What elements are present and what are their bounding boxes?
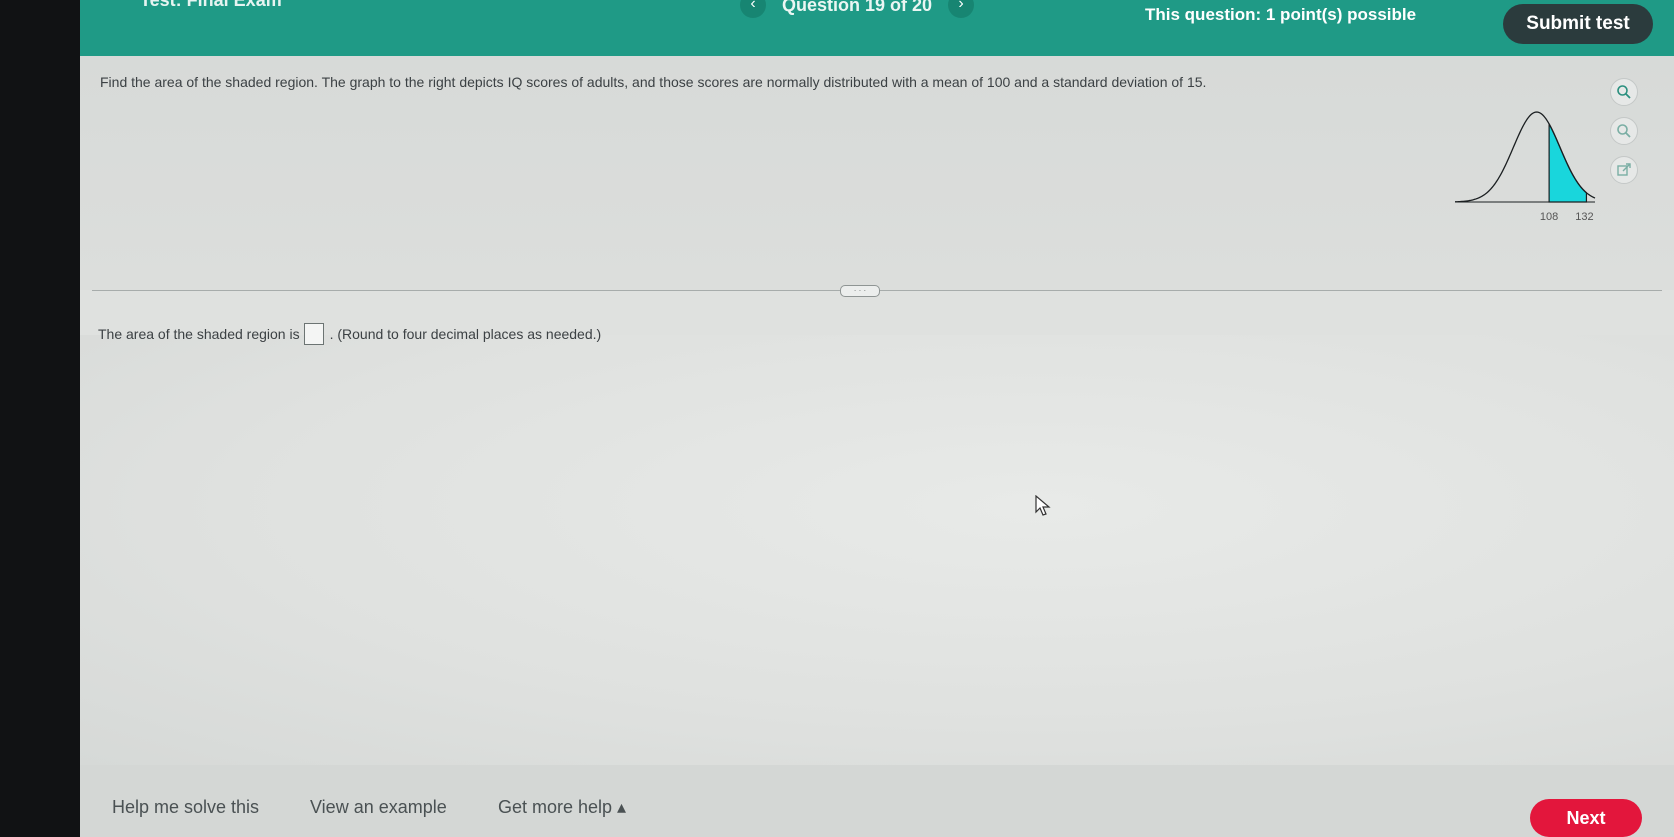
- answer-suffix-text: . (Round to four decimal places as neede…: [329, 326, 602, 342]
- points-possible-text: This question: 1 point(s) possible: [1145, 5, 1417, 24]
- divider-resize-handle[interactable]: · · ·: [840, 285, 880, 297]
- top-bar: Test: Final Exam ‹ Question 19 of 20 › T…: [80, 0, 1674, 56]
- next-question-arrow-button[interactable]: ›: [948, 0, 975, 18]
- test-window: Test: Final Exam ‹ Question 19 of 20 › T…: [80, 0, 1674, 837]
- mouse-cursor-icon: [1035, 495, 1051, 516]
- test-title: Test: Final Exam: [140, 0, 282, 10]
- shade-start-label: 108: [1540, 211, 1558, 223]
- popout-icon[interactable]: [1610, 156, 1638, 184]
- next-button[interactable]: Next: [1530, 799, 1642, 837]
- question-text: Find the area of the shaded region. The …: [100, 74, 1207, 90]
- view-example-link[interactable]: View an example: [310, 797, 447, 818]
- submit-test-button[interactable]: Submit test: [1503, 4, 1653, 44]
- bottom-bar: Help me solve this View an example Get m…: [80, 765, 1674, 837]
- shade-end-label: 132: [1575, 211, 1593, 223]
- answer-line: The area of the shaded region is . (Roun…: [98, 323, 601, 345]
- question-pane: Find the area of the shaded region. The …: [80, 56, 1674, 290]
- answer-prefix-text: The area of the shaded region is: [98, 326, 300, 342]
- previous-question-button[interactable]: ‹: [740, 0, 766, 18]
- get-more-help-link[interactable]: Get more help ▴: [498, 797, 626, 818]
- zoom-out-icon[interactable]: [1610, 117, 1638, 145]
- question-counter[interactable]: Question 19 of 20: [782, 0, 932, 16]
- normal-distribution-graph: 108 132: [1455, 111, 1596, 223]
- answer-input[interactable]: [303, 323, 324, 345]
- question-navigator: ‹ Question 19 of 20 ›: [740, 0, 975, 18]
- help-me-solve-link[interactable]: Help me solve this: [112, 797, 259, 818]
- answer-work-area: [80, 335, 1674, 765]
- zoom-in-icon[interactable]: [1610, 78, 1638, 106]
